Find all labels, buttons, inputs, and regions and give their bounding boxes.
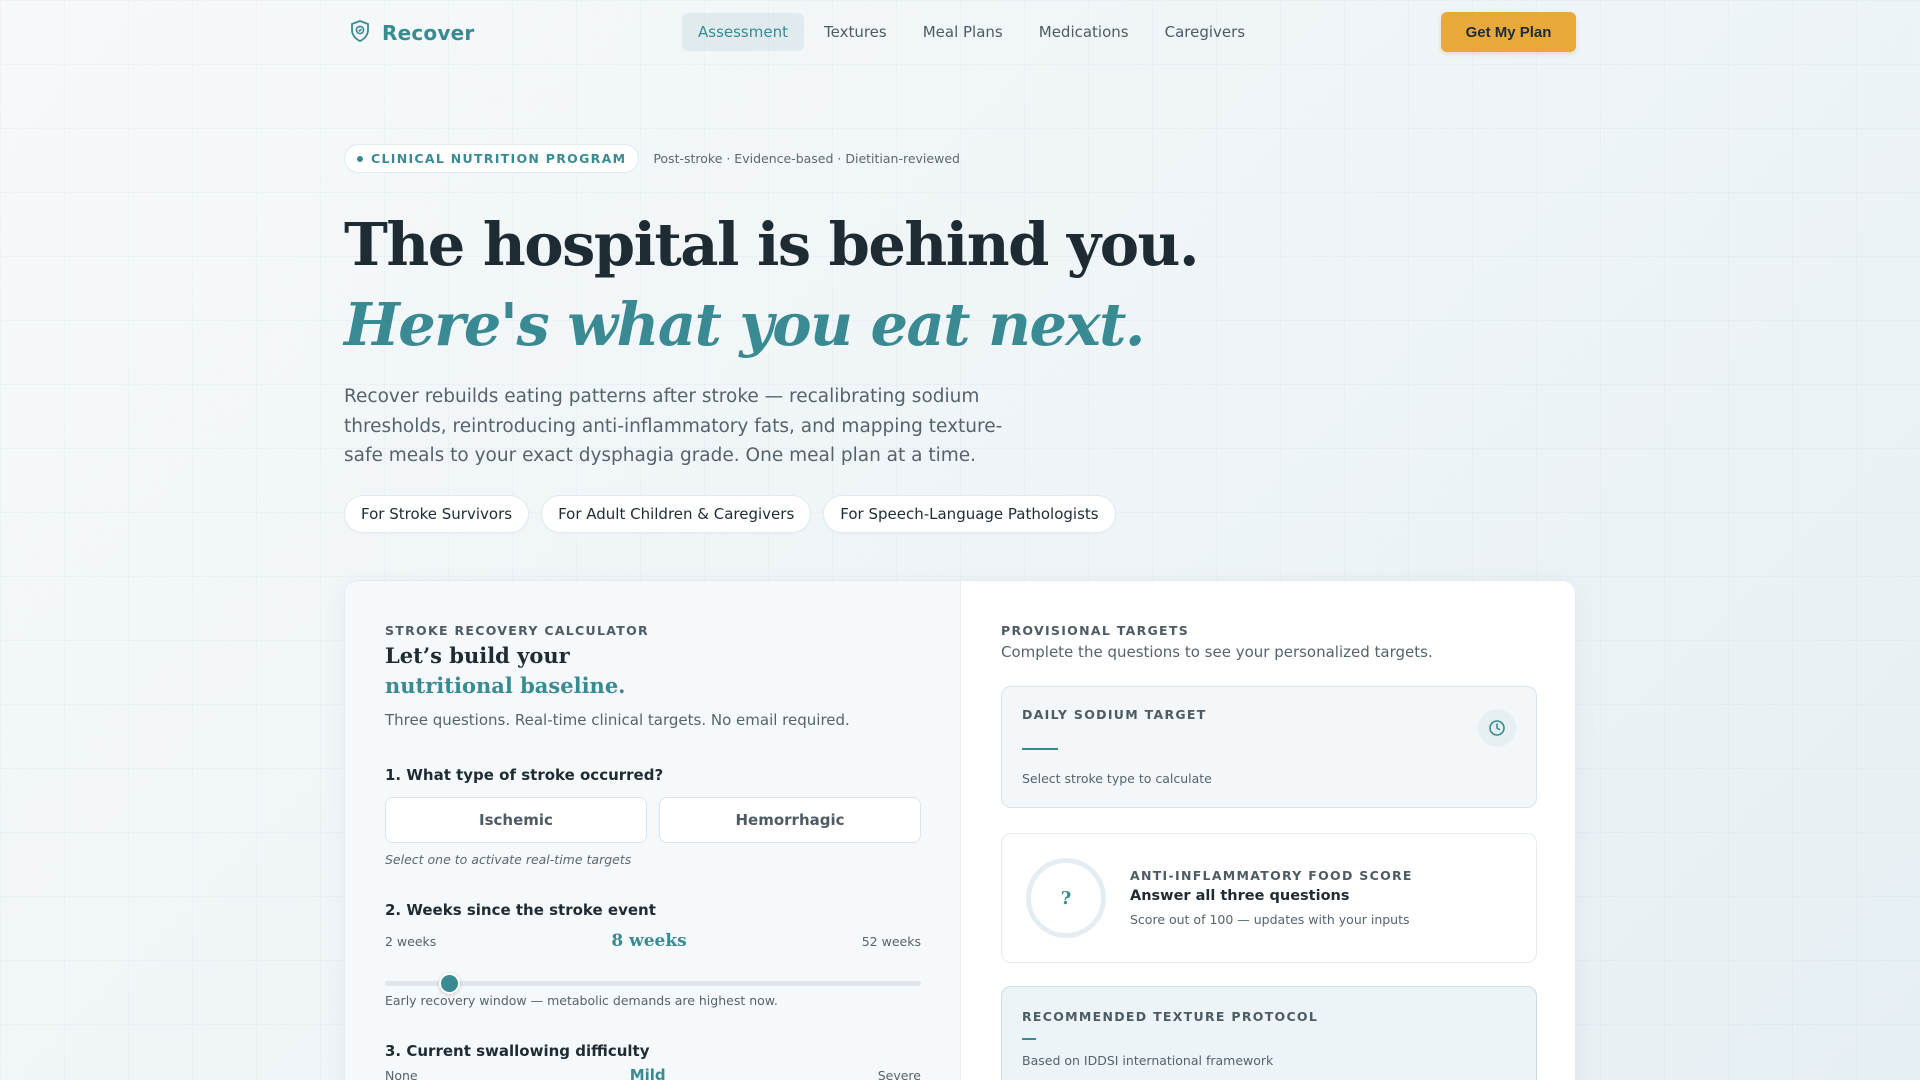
option-hemorrhagic[interactable]: Hemorrhagic xyxy=(659,797,921,843)
audience-pill-slps[interactable]: For Speech-Language Pathologists xyxy=(823,495,1116,533)
texture-protocol-card: RECOMMENDED TEXTURE PROTOCOL Based on ID… xyxy=(1001,986,1537,1080)
weeks-slider-track xyxy=(385,981,921,986)
hero-lede: Recover rebuilds eating patterns after s… xyxy=(344,386,1003,466)
hero-title: The hospital is behind you. xyxy=(344,210,1199,279)
audience-pill-survivors[interactable]: For Stroke Survivors xyxy=(344,495,530,533)
dot-icon xyxy=(357,155,363,162)
clock-icon xyxy=(1478,709,1516,747)
score-ring: ? xyxy=(1026,858,1106,938)
nav-link-meal-plans[interactable]: Meal Plans xyxy=(907,13,1019,51)
targets-subtitle: Complete the questions to see your perso… xyxy=(1001,643,1433,661)
nav-link-textures[interactable]: Textures xyxy=(808,13,903,51)
weeks-min-label: 2 weeks xyxy=(385,934,437,949)
texture-protocol-eyebrow: RECOMMENDED TEXTURE PROTOCOL xyxy=(1022,1009,1319,1024)
anti-inflammatory-card: ? ANTI-INFLAMMATORY FOOD SCORE Answer al… xyxy=(1001,833,1537,963)
calculator-eyebrow: STROKE RECOVERY CALCULATOR xyxy=(385,623,649,638)
swallowing-range-labels: None Mild Severe xyxy=(385,1066,921,1080)
anti-inflammatory-eyebrow: ANTI-INFLAMMATORY FOOD SCORE xyxy=(1130,868,1413,883)
sodium-target-card: DAILY SODIUM TARGET Select stroke type t… xyxy=(1001,686,1537,808)
program-badge-label: CLINICAL NUTRITION PROGRAM xyxy=(371,151,627,166)
brand[interactable]: Recover xyxy=(350,20,474,46)
brand-name: Recover xyxy=(382,21,475,45)
weeks-value: 8 weeks xyxy=(611,931,687,951)
targets-panel: PROVISIONAL TARGETS Complete the questio… xyxy=(961,581,1575,1080)
calculator-card: STROKE RECOVERY CALCULATOR Let’s build y… xyxy=(344,580,1576,1080)
swallowing-value: Mild xyxy=(629,1066,666,1080)
get-my-plan-button[interactable]: Get My Plan xyxy=(1441,12,1576,52)
calculator-panel: STROKE RECOVERY CALCULATOR Let’s build y… xyxy=(345,581,961,1080)
weeks-max-label: 52 weeks xyxy=(861,934,921,949)
shield-icon xyxy=(350,20,370,46)
nav-links: Assessment Textures Meal Plans Medicatio… xyxy=(682,13,1261,51)
anti-inflammatory-title: Answer all three questions xyxy=(1130,888,1350,904)
audience-pills: For Stroke Survivors For Adult Children … xyxy=(344,495,1116,533)
question-weeks: 2. Weeks since the stroke event xyxy=(385,901,656,919)
hero-badge-row: CLINICAL NUTRITION PROGRAM Post-stroke ·… xyxy=(344,144,960,173)
audience-pill-caregivers[interactable]: For Adult Children & Caregivers xyxy=(541,495,812,533)
weeks-range-labels: 2 weeks 8 weeks 52 weeks xyxy=(385,931,921,951)
nav-link-medications[interactable]: Medications xyxy=(1023,13,1145,51)
hero-title-accent: Here's what you eat next. xyxy=(344,290,1145,359)
sodium-target-note: Select stroke type to calculate xyxy=(1022,771,1212,786)
weeks-slider-thumb[interactable] xyxy=(439,973,461,994)
calculator-subtitle: Three questions. Real-time clinical targ… xyxy=(385,711,850,729)
texture-placeholder-dash xyxy=(1022,1038,1036,1040)
top-nav: Recover Assessment Textures Meal Plans M… xyxy=(0,0,1920,64)
calculator-title-accent: nutritional baseline. xyxy=(385,673,626,698)
calculator-title: Let’s build your xyxy=(385,643,570,668)
program-badge: CLINICAL NUTRITION PROGRAM xyxy=(344,144,640,173)
anti-inflammatory-note: Score out of 100 — updates with your inp… xyxy=(1130,912,1410,927)
stroke-type-hint: Select one to activate real-time targets xyxy=(385,852,632,867)
weeks-slider[interactable] xyxy=(385,973,921,994)
program-meta: Post-stroke · Evidence-based · Dietitian… xyxy=(653,151,960,166)
option-ischemic[interactable]: Ischemic xyxy=(385,797,647,843)
targets-eyebrow: PROVISIONAL TARGETS xyxy=(1001,623,1190,638)
stroke-type-options: Ischemic Hemorrhagic xyxy=(385,797,921,843)
sodium-placeholder-dash xyxy=(1022,748,1058,750)
nav-link-caregivers[interactable]: Caregivers xyxy=(1149,13,1262,51)
sodium-target-eyebrow: DAILY SODIUM TARGET xyxy=(1022,707,1207,722)
question-stroke-type: 1. What type of stroke occurred? xyxy=(385,766,664,784)
swallowing-min-label: None xyxy=(385,1068,418,1080)
weeks-note: Early recovery window — metabolic demand… xyxy=(385,993,778,1008)
swallowing-max-label: Severe xyxy=(877,1068,921,1080)
texture-protocol-note: Based on IDDSI international framework xyxy=(1022,1053,1274,1068)
nav-link-assessment[interactable]: Assessment xyxy=(682,13,804,51)
question-swallowing: 3. Current swallowing difficulty xyxy=(385,1042,650,1060)
